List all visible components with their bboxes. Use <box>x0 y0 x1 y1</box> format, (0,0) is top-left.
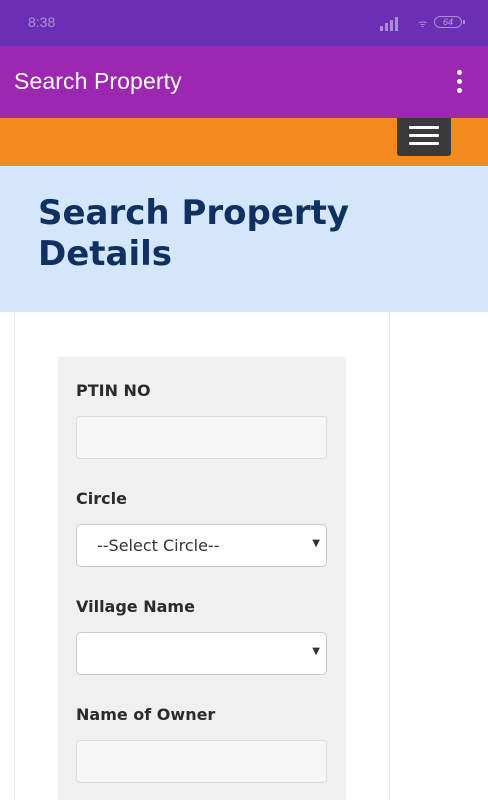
app-bar: Search Property <box>0 46 488 118</box>
search-form: PTIN NO Circle --Select Circle-- ▼ Villa… <box>58 357 346 800</box>
page-title: Search Property Details <box>38 193 350 274</box>
circle-select[interactable]: --Select Circle-- ▼ <box>76 524 327 567</box>
wifi-icon: ᯤ <box>418 19 428 30</box>
battery-level: 64 <box>442 17 453 27</box>
status-bar: 8:38 ᯤ 64 <box>0 0 488 46</box>
village-label: Village Name <box>76 597 195 616</box>
owner-name-input[interactable] <box>76 740 327 783</box>
village-select[interactable]: ▼ <box>76 632 327 675</box>
page-banner: Search Property Details <box>0 166 488 312</box>
battery-icon: 64 <box>434 16 465 28</box>
ptin-label: PTIN NO <box>76 381 151 400</box>
chevron-down-icon: ▼ <box>312 646 320 657</box>
app-title: Search Property <box>14 68 182 94</box>
hamburger-menu-button[interactable] <box>397 118 451 156</box>
circle-label: Circle <box>76 489 127 508</box>
owner-label: Name of Owner <box>76 705 216 724</box>
hamburger-menu-icon <box>409 126 439 129</box>
signal-icon <box>380 15 400 31</box>
more-vert-icon[interactable] <box>450 70 468 96</box>
chevron-down-icon: ▼ <box>312 538 320 549</box>
circle-selected-value: --Select Circle-- <box>97 536 220 555</box>
ptin-input[interactable] <box>76 416 327 459</box>
status-time: 8:38 <box>28 14 56 30</box>
